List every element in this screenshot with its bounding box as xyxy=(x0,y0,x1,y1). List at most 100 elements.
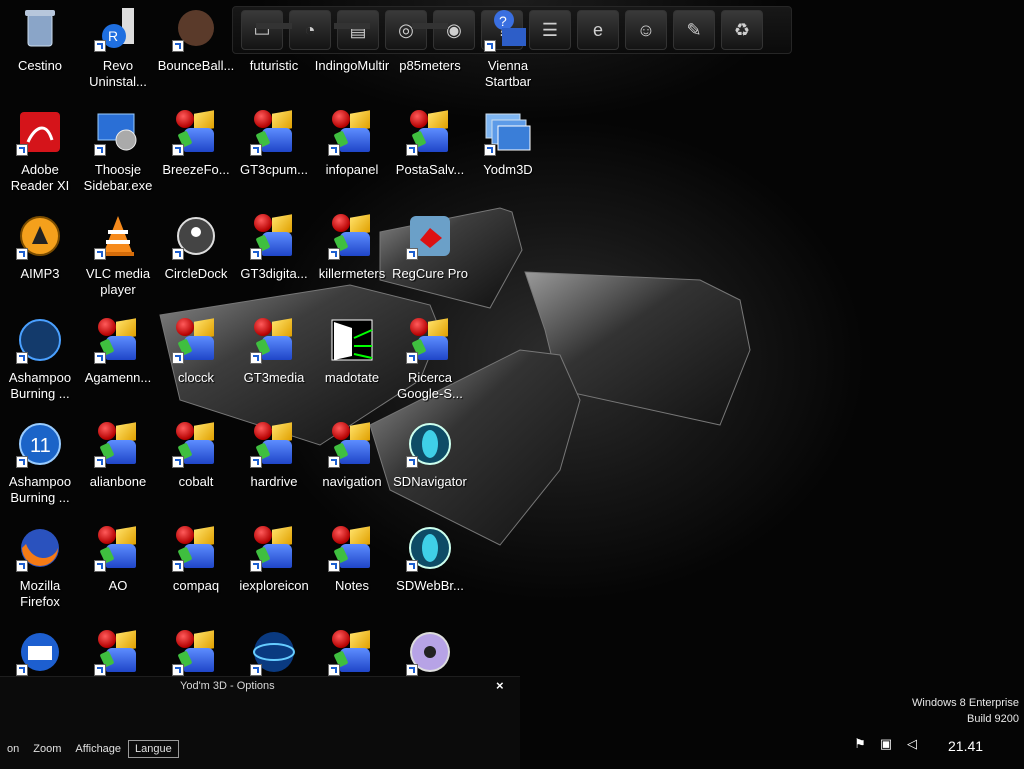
tab-on[interactable]: on xyxy=(0,741,26,757)
desktop-icon[interactable]: VLC media player xyxy=(78,212,158,312)
desktop-icon[interactable]: futuristic xyxy=(234,4,314,104)
shortcut-arrow-icon xyxy=(172,664,184,676)
desktop-icon[interactable]: 11 Ashampoo Burning ... xyxy=(0,420,80,520)
close-icon[interactable]: × xyxy=(496,678,504,693)
desktop-icon[interactable]: killermeters xyxy=(312,212,392,312)
desktop-icon[interactable]: AIMP3 xyxy=(0,212,80,312)
desktop-icon[interactable]: R Revo Uninstal... xyxy=(78,4,158,104)
desktop-icon-label: BounceBall... xyxy=(157,58,235,73)
desktop-icon[interactable]: IndingoMultir xyxy=(312,4,392,104)
desktop-icon[interactable]: hardrive xyxy=(234,420,314,520)
desktop-icon-label: Notes xyxy=(335,578,369,593)
desktop-icon-label: cobalt xyxy=(178,474,214,489)
desktop-icon-label: Ricerca Google-S... xyxy=(397,370,463,401)
indingo-icon xyxy=(328,4,376,52)
generic-app-icon xyxy=(328,420,376,468)
generic-app-icon xyxy=(94,420,142,468)
desktop-icon[interactable]: p85meters xyxy=(390,4,470,104)
shortcut-arrow-icon xyxy=(406,352,418,364)
bounceball-icon xyxy=(172,4,220,52)
shortcut-arrow-icon xyxy=(94,248,106,260)
shortcut-arrow-icon xyxy=(328,664,340,676)
desktop-icon-label: Revo Uninstal... xyxy=(89,58,147,89)
recycle-icon[interactable]: ♻ xyxy=(721,10,763,50)
desktop-icon[interactable]: Ashampoo Burning ... xyxy=(0,316,80,416)
shortcut-arrow-icon xyxy=(16,664,28,676)
desktop-icon[interactable]: GT3digita... xyxy=(234,212,314,312)
flag-icon[interactable]: ⚑ xyxy=(852,736,868,752)
system-tray: ⚑ ▣ ◁ xyxy=(852,736,920,752)
desktop-icon[interactable]: Notes xyxy=(312,524,392,624)
desktop-icon[interactable]: iexploreicon xyxy=(234,524,314,624)
globe-icon xyxy=(250,628,298,676)
desktop-icon-label: infopanel xyxy=(325,162,379,177)
desktop-icon-label: RegCure Pro xyxy=(392,266,468,281)
desktop-icon[interactable]: Ricerca Google-S... xyxy=(390,316,470,416)
desktop-icon[interactable]: RegCure Pro xyxy=(390,212,470,312)
options-panel-title: Yod'm 3D - Options xyxy=(180,680,275,692)
desktop-icon[interactable]: compaq xyxy=(156,524,236,624)
shortcut-arrow-icon xyxy=(94,144,106,156)
generic-app-icon xyxy=(94,316,142,364)
tools-icon[interactable]: ✎ xyxy=(673,10,715,50)
generic-app-icon xyxy=(172,628,220,676)
tab-zoom[interactable]: Zoom xyxy=(26,741,68,757)
shortcut-arrow-icon xyxy=(328,560,340,572)
desktop-icon-label: AIMP3 xyxy=(20,266,60,281)
desktop-icon[interactable]: navigation xyxy=(312,420,392,520)
desktop-icon[interactable]: madotate xyxy=(312,316,392,416)
desktop-icon-label: Adobe Reader XI xyxy=(10,162,70,193)
user-icon[interactable]: ☺ xyxy=(625,10,667,50)
shortcut-arrow-icon xyxy=(172,40,184,52)
tab-affichage[interactable]: Affichage xyxy=(68,741,128,757)
desktop-icon[interactable]: cobalt xyxy=(156,420,236,520)
desktop-icon[interactable]: BounceBall... xyxy=(156,4,236,104)
generic-app-icon xyxy=(94,628,142,676)
yodm3d-icon xyxy=(484,108,532,156)
volume-muted-icon[interactable]: ◁ xyxy=(904,736,920,752)
shortcut-arrow-icon xyxy=(328,144,340,156)
desktop-icon[interactable]: SDNavigator xyxy=(390,420,470,520)
desktop-icon[interactable]: Yodm3D xyxy=(468,108,548,208)
desktop-icon[interactable]: clocck xyxy=(156,316,236,416)
desktop-icon-label: Ashampoo Burning ... xyxy=(8,370,72,401)
generic-app-icon xyxy=(172,108,220,156)
generic-app-icon xyxy=(172,420,220,468)
desktop-icon[interactable]: Adobe Reader XI xyxy=(0,108,80,208)
desktop-icon[interactable]: AO xyxy=(78,524,158,624)
desktop-icon-label: VLC media player xyxy=(85,266,151,297)
desktop-icon[interactable]: SDWebBr... xyxy=(390,524,470,624)
desktop-icon[interactable]: Mozilla Firefox xyxy=(0,524,80,624)
desktop-icon[interactable]: Agamenn... xyxy=(78,316,158,416)
adobe-reader-icon xyxy=(16,108,64,156)
desktop-icon-label: futuristic xyxy=(249,58,299,73)
desktop-icon[interactable]: alianbone xyxy=(78,420,158,520)
network-icon[interactable]: ▣ xyxy=(878,736,894,752)
shortcut-arrow-icon xyxy=(94,664,106,676)
madotate-icon xyxy=(328,316,376,364)
clock[interactable]: 21.41 xyxy=(948,738,983,754)
shortcut-arrow-icon xyxy=(94,40,106,52)
generic-app-icon xyxy=(250,420,298,468)
desktop-icon-label: hardrive xyxy=(250,474,298,489)
desktop-icon[interactable]: infopanel xyxy=(312,108,392,208)
desktop-icon[interactable]: Cestino xyxy=(0,4,80,104)
desktop-icon[interactable]: GT3cpum... xyxy=(234,108,314,208)
desktop-icon[interactable]: PostaSalv... xyxy=(390,108,470,208)
tab-langue[interactable]: Langue xyxy=(128,740,179,758)
sdnavigator-icon xyxy=(406,420,454,468)
desktop-icon-label: GT3cpum... xyxy=(240,162,308,177)
desktop-icon[interactable]: ? Vienna Startbar xyxy=(468,4,548,104)
desktop-icon-label: clocck xyxy=(177,370,215,385)
desktop-icon[interactable]: GT3media xyxy=(234,316,314,416)
desktop-icon[interactable]: Thoosje Sidebar.exe xyxy=(78,108,158,208)
generic-app-icon xyxy=(328,108,376,156)
shortcut-arrow-icon xyxy=(484,144,496,156)
shortcut-arrow-icon xyxy=(172,352,184,364)
desktop-icon-label: BreezeFo... xyxy=(162,162,230,177)
shortcut-arrow-icon xyxy=(406,144,418,156)
generic-app-icon xyxy=(406,108,454,156)
desktop-icon[interactable]: BreezeFo... xyxy=(156,108,236,208)
desktop-icon[interactable]: CircleDock xyxy=(156,212,236,312)
internet-explorer-icon[interactable]: e xyxy=(577,10,619,50)
